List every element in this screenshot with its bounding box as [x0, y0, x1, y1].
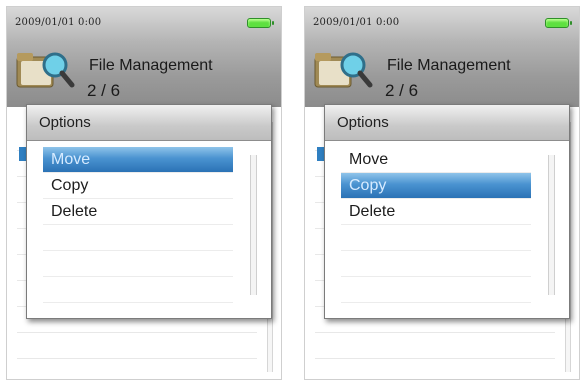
status-time: 2009/01/01 0:00	[15, 17, 102, 28]
options-menu: Move Copy Delete	[43, 147, 233, 303]
dialog-scrollbar[interactable]	[250, 155, 257, 295]
header-bar: 2009/01/01 0:00 File Management 2 / 6	[7, 7, 281, 107]
menu-empty-row	[43, 225, 233, 251]
folder-search-icon	[16, 52, 75, 88]
menu-item-copy[interactable]: Copy	[341, 173, 531, 199]
menu-empty-row	[43, 277, 233, 303]
app-title: File Management	[89, 57, 213, 74]
dialog-title: Options	[325, 105, 569, 141]
menu-item-copy[interactable]: Copy	[43, 173, 233, 199]
header-bar: 2009/01/01 0:00 File Management 2 / 6	[305, 7, 579, 107]
dialog-title: Options	[27, 105, 271, 141]
options-dialog: Options Move Copy Delete	[26, 104, 272, 319]
folder-search-icon	[314, 52, 373, 88]
menu-item-delete[interactable]: Delete	[341, 199, 531, 225]
page-count: 2 / 6	[385, 81, 419, 100]
menu-empty-row	[43, 251, 233, 277]
menu-item-move[interactable]: Move	[43, 147, 233, 173]
options-dialog: Options Move Copy Delete	[324, 104, 570, 319]
options-menu: Move Copy Delete	[341, 147, 531, 303]
menu-empty-row	[341, 225, 531, 251]
menu-empty-row	[341, 277, 531, 303]
menu-item-delete[interactable]: Delete	[43, 199, 233, 225]
menu-item-move[interactable]: Move	[341, 147, 531, 173]
device-screen-right: 2009/01/01 0:00 File Management 2 / 6 Op…	[304, 6, 580, 380]
dialog-scrollbar[interactable]	[548, 155, 555, 295]
battery-icon	[247, 18, 274, 28]
app-title: File Management	[387, 57, 511, 74]
status-time: 2009/01/01 0:00	[313, 17, 400, 28]
menu-empty-row	[341, 251, 531, 277]
page-count: 2 / 6	[87, 81, 121, 100]
device-screen-left: 2009/01/01 0:00 File Management 2 / 6 Op…	[6, 6, 282, 380]
battery-icon	[545, 18, 572, 28]
